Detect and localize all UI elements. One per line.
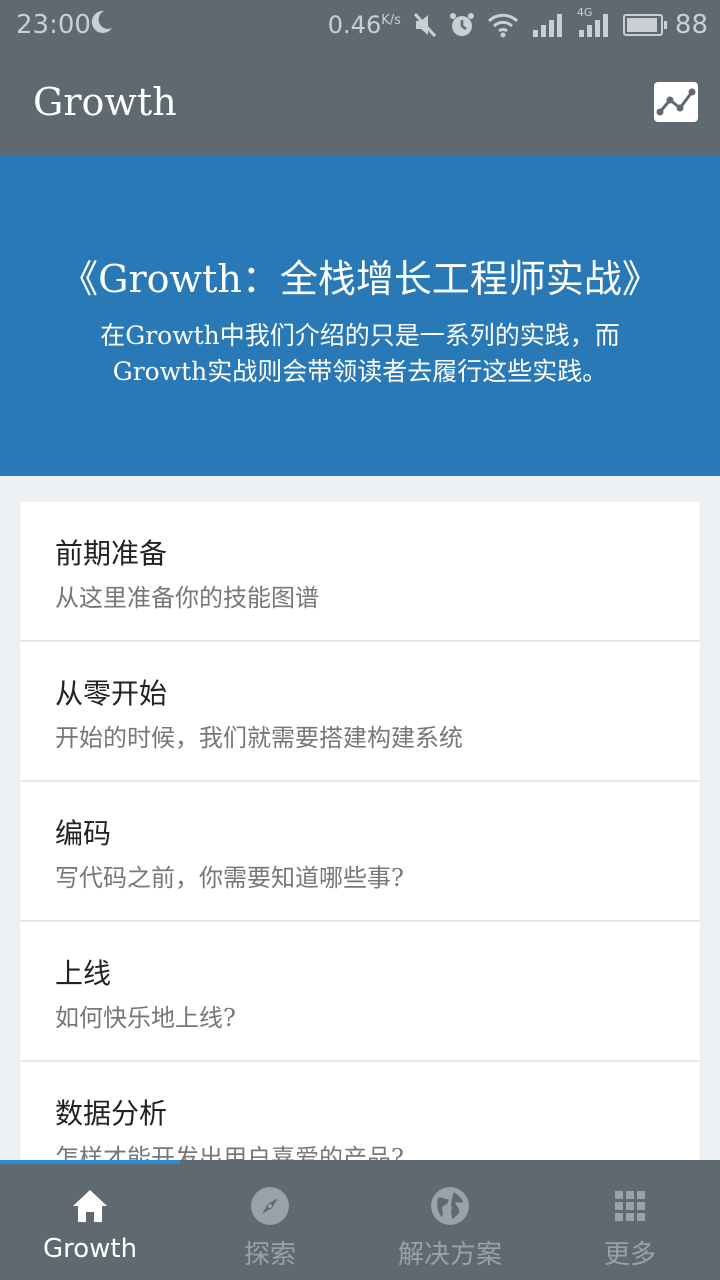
app-title: Growth xyxy=(33,80,177,124)
section-title: 编码 xyxy=(55,817,112,850)
hero-description: 在Growth中我们介绍的只是一系列的实践，而 Growth实战则会带领读者去履… xyxy=(60,318,660,390)
battery-icon xyxy=(622,14,667,36)
chart-icon xyxy=(656,88,696,116)
nav-item-growth[interactable]: Growth xyxy=(0,1160,180,1280)
grid-icon xyxy=(615,1191,645,1221)
section-card-deploy[interactable]: 上线 如何快乐地上线? xyxy=(20,922,700,1060)
network-speed: 0.46K/s xyxy=(327,11,401,39)
home-icon xyxy=(73,1190,107,1222)
nav-item-solutions[interactable]: 解决方案 xyxy=(360,1160,540,1280)
network-type: 4G xyxy=(576,6,593,19)
section-title: 数据分析 xyxy=(55,1097,168,1130)
nav-item-explore[interactable]: 探索 xyxy=(180,1160,360,1280)
moon-icon xyxy=(88,8,114,43)
signal-icon xyxy=(531,12,565,38)
globe-icon xyxy=(431,1187,469,1225)
section-subtitle: 写代码之前，你需要知道哪些事? xyxy=(55,864,404,892)
hero-description-line2: Growth实战则会带领读者去履行这些实践。 xyxy=(112,357,608,386)
compass-icon xyxy=(251,1187,289,1225)
battery-level: 88 xyxy=(674,10,708,40)
app-bar: Growth xyxy=(0,52,720,156)
nav-label: Growth xyxy=(42,1234,138,1264)
section-title: 上线 xyxy=(55,957,112,990)
section-title: 从零开始 xyxy=(55,677,168,710)
mute-icon xyxy=(413,12,437,38)
chart-button[interactable] xyxy=(654,82,698,122)
nav-item-more[interactable]: 更多 xyxy=(540,1160,720,1280)
section-subtitle: 从这里准备你的技能图谱 xyxy=(55,584,319,612)
section-title: 前期准备 xyxy=(55,537,168,570)
nav-label: 探索 xyxy=(243,1240,296,1270)
hero-banner: 《Growth：全栈增长工程师实战》 在Growth中我们介绍的只是一系列的实践… xyxy=(0,156,720,476)
wifi-icon xyxy=(487,12,519,38)
section-card-prepare[interactable]: 前期准备 从这里准备你的技能图谱 xyxy=(20,502,700,640)
status-time: 23:00 xyxy=(16,10,91,40)
section-subtitle: 开始的时候，我们就需要搭建构建系统 xyxy=(55,724,463,752)
nav-label: 更多 xyxy=(603,1240,656,1270)
status-bar: 23:00 0.46K/s 4G 88 xyxy=(0,0,720,52)
section-card-start[interactable]: 从零开始 开始的时候，我们就需要搭建构建系统 xyxy=(20,642,700,780)
bottom-nav: Growth 探索 解决方案 更多 xyxy=(0,1160,720,1280)
hero-description-line1: 在Growth中我们介绍的只是一系列的实践，而 xyxy=(100,321,620,350)
section-subtitle: 如何快乐地上线? xyxy=(55,1004,236,1032)
signal-4g-icon: 4G xyxy=(577,6,611,38)
section-list: 前期准备 从这里准备你的技能图谱 从零开始 开始的时候，我们就需要搭建构建系统 … xyxy=(20,502,700,1202)
hero-title: 《Growth：全栈增长工程师实战》 xyxy=(60,257,660,301)
nav-label: 解决方案 xyxy=(397,1240,502,1270)
section-card-coding[interactable]: 编码 写代码之前，你需要知道哪些事? xyxy=(20,782,700,920)
alarm-icon xyxy=(449,12,475,38)
